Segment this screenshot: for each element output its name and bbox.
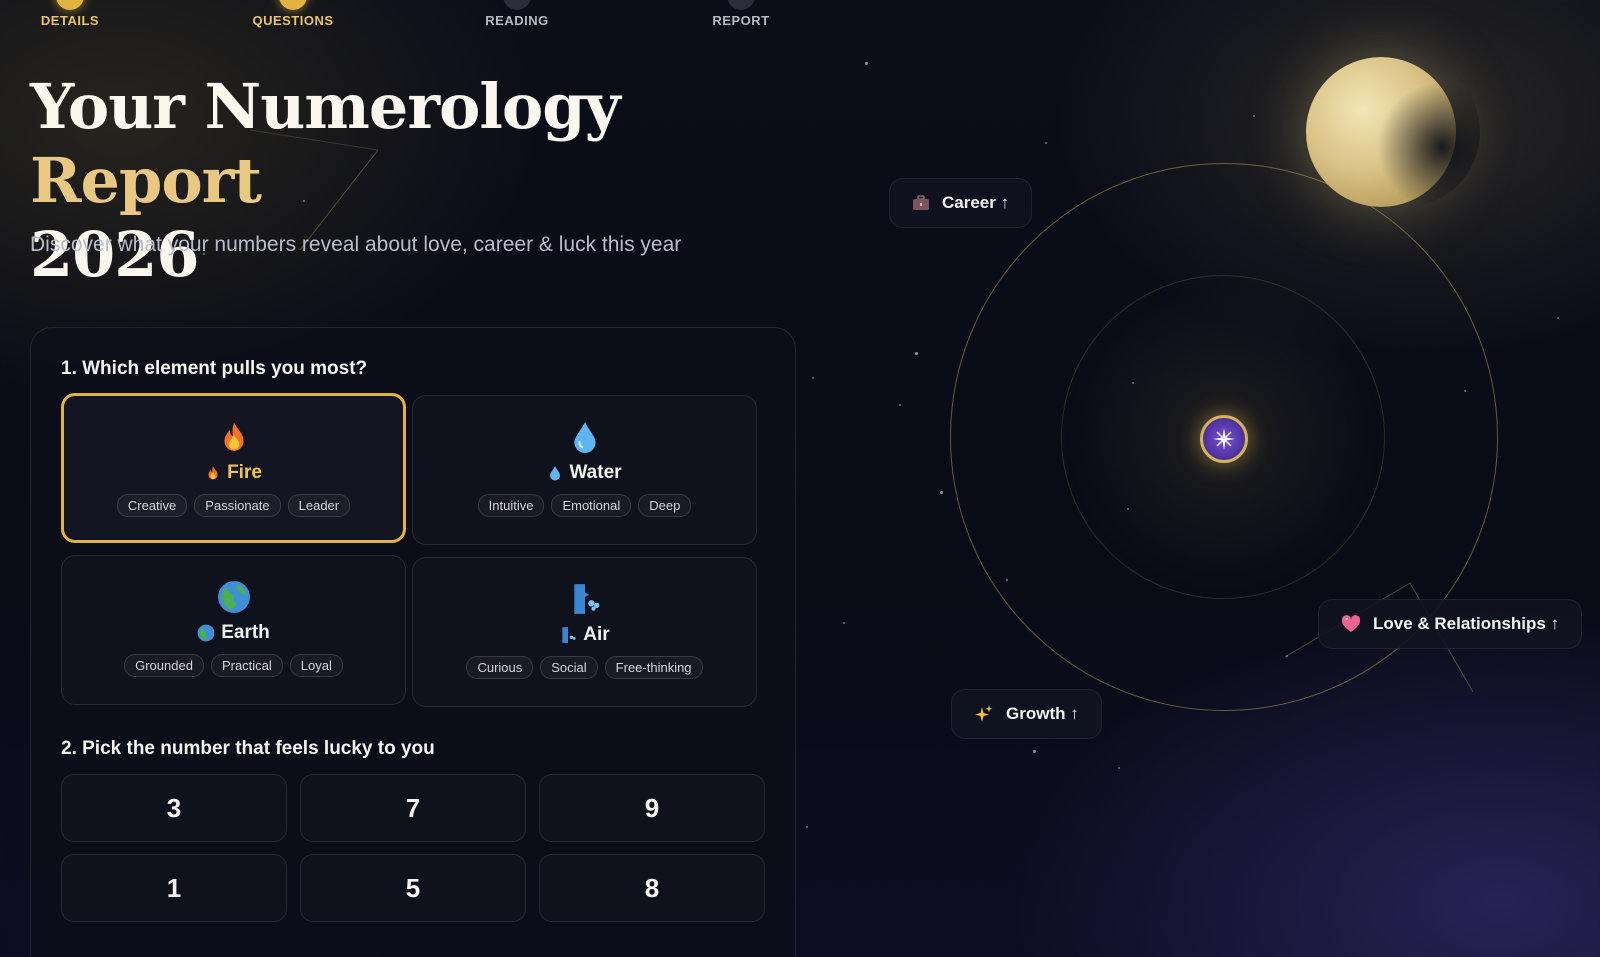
trait-tag: Loyal — [289, 654, 343, 677]
title-main: Your Numerology — [30, 70, 621, 143]
step-label: READING — [485, 13, 549, 28]
step-label: DETAILS — [40, 13, 100, 28]
trait-tag: Social — [540, 656, 598, 679]
wind-face-icon — [562, 627, 576, 643]
step-report[interactable]: REPORT — [671, 0, 811, 28]
sparkles-icon — [975, 705, 993, 722]
heart-icon — [1341, 615, 1361, 632]
step-details[interactable]: DETAILS — [0, 0, 140, 28]
trait-tag: Grounded — [124, 654, 204, 677]
title-accent: Report — [30, 144, 262, 217]
step-indicator — [56, 0, 84, 10]
lucky-number-button[interactable]: 3 — [61, 774, 287, 842]
trait-tag: Emotional — [551, 494, 632, 517]
option-name: Water — [569, 462, 622, 483]
step-label: QUESTIONS — [252, 13, 334, 28]
trait-tag: Practical — [210, 654, 283, 677]
trait-tag: Intuitive — [477, 494, 545, 517]
quiz-card: 1. Which element pulls you most? Fire Cr… — [30, 327, 796, 957]
moon-shadow — [1330, 57, 1480, 207]
globe-icon — [217, 581, 250, 613]
trait-tag: Creative — [116, 494, 188, 517]
growth-chip-label: Growth ↑ — [1006, 704, 1079, 723]
love-chip-label: Love & Relationships ↑ — [1373, 614, 1560, 633]
career-chip[interactable]: Career ↑ — [889, 178, 1033, 228]
globe-icon — [197, 624, 215, 642]
trait-tag: Curious — [466, 656, 534, 679]
trait-tag: Leader — [287, 494, 351, 517]
option-name: Fire — [227, 462, 262, 483]
element-option-water[interactable]: Water Intuitive Emotional Deep — [412, 395, 757, 545]
trait-tag: Deep — [638, 494, 692, 517]
water-drop-icon — [573, 422, 596, 453]
wind-face-icon — [573, 584, 599, 614]
element-option-earth[interactable]: Earth Grounded Practical Loyal — [61, 555, 406, 705]
center-star-emblem — [1200, 415, 1248, 463]
page-subtitle: Discover what your numbers reveal about … — [30, 233, 682, 256]
growth-chip[interactable]: Growth ↑ — [951, 689, 1102, 739]
trait-tag: Passionate — [194, 494, 281, 517]
step-progress: DETAILS QUESTIONS READING REPORT — [0, 0, 800, 40]
lucky-number-button[interactable]: 9 — [539, 774, 765, 842]
step-questions[interactable]: QUESTIONS — [223, 0, 363, 28]
option-name: Air — [583, 624, 610, 645]
trait-tag: Free-thinking — [604, 656, 703, 679]
step-indicator — [503, 0, 531, 10]
briefcase-icon — [913, 195, 929, 210]
step-indicator — [279, 0, 307, 10]
element-option-air[interactable]: Air Curious Social Free-thinking — [412, 557, 757, 707]
step-indicator — [727, 0, 755, 10]
lucky-number-button[interactable]: 5 — [300, 854, 526, 922]
step-reading[interactable]: READING — [447, 0, 587, 28]
step-label: REPORT — [712, 13, 770, 28]
water-drop-icon — [550, 466, 561, 481]
question-2-title: 2. Pick the number that feels lucky to y… — [61, 738, 435, 759]
fire-icon — [223, 422, 244, 451]
option-name: Earth — [221, 622, 270, 643]
love-relationships-chip[interactable]: Love & Relationships ↑ — [1318, 599, 1583, 649]
sparkle-icon — [1213, 428, 1235, 450]
lucky-number-button[interactable]: 1 — [61, 854, 287, 922]
career-chip-label: Career ↑ — [942, 193, 1010, 212]
lucky-number-button[interactable]: 7 — [300, 774, 526, 842]
question-1-title: 1. Which element pulls you most? — [61, 358, 368, 379]
lucky-number-button[interactable]: 8 — [539, 854, 765, 922]
fire-icon — [208, 466, 218, 480]
element-option-fire[interactable]: Fire Creative Passionate Leader — [61, 393, 406, 543]
